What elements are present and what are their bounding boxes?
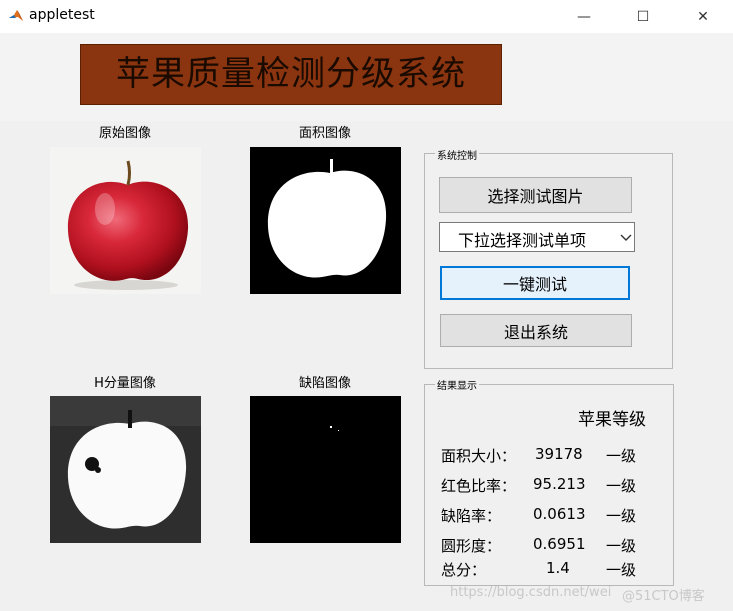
dropdown-value: 下拉选择测试单项 (458, 231, 587, 250)
watermark-brand: @51CTO博客 (622, 589, 705, 604)
defect-image (250, 396, 401, 543)
grade-header: 苹果等级 (578, 410, 646, 430)
roundness-grade: 一级 (606, 537, 637, 555)
maximize-icon: ☐ (636, 8, 650, 25)
area-label: 面积大小： (441, 447, 517, 465)
red-ratio-label: 红色比率： (441, 477, 517, 495)
control-panel-title: 系统控制 (435, 147, 479, 162)
close-button[interactable]: ✕ (680, 0, 726, 33)
original-image-caption: 原始图像 (98, 126, 151, 141)
area-grade: 一级 (606, 447, 637, 465)
maximize-button[interactable]: ☐ (620, 0, 666, 33)
h-component-image (50, 396, 201, 543)
defect-rate-value: 0.0613 (533, 505, 586, 523)
total-score-label: 总分： (441, 561, 487, 579)
minimize-button[interactable]: — (561, 0, 607, 33)
red-ratio-grade: 一级 (606, 477, 637, 495)
defect-image-caption: 缺陷图像 (298, 376, 351, 391)
chevron-down-icon[interactable] (618, 228, 634, 246)
banner-title: 苹果质量检测分级系统 (116, 54, 466, 94)
system-banner: 苹果质量检测分级系统 (80, 44, 502, 105)
close-icon: ✕ (697, 8, 709, 25)
one-click-test-button[interactable]: 一键测试 (440, 266, 630, 300)
defect-rate-grade: 一级 (606, 507, 637, 525)
watermark-url: https://blog.csdn.net/wei (450, 585, 612, 600)
roundness-label: 圆形度： (441, 537, 502, 555)
roundness-value: 0.6951 (533, 535, 586, 553)
original-image (50, 147, 201, 294)
h-image-caption: H分量图像 (94, 376, 156, 391)
total-score-grade: 一级 (606, 561, 637, 579)
result-panel-title: 结果显示 (435, 377, 479, 392)
red-ratio-value: 95.213 (533, 475, 586, 493)
area-image (250, 147, 401, 294)
defect-rate-label: 缺陷率： (441, 507, 502, 525)
matlab-logo-icon (8, 8, 24, 24)
exit-system-button[interactable]: 退出系统 (440, 314, 632, 347)
minimize-icon: — (577, 8, 591, 25)
select-image-button[interactable]: 选择测试图片 (439, 177, 632, 213)
window-title: appletest (29, 7, 95, 23)
area-value: 39178 (535, 445, 583, 463)
total-score-value: 1.4 (546, 559, 570, 577)
area-image-caption: 面积图像 (298, 126, 351, 141)
test-item-dropdown[interactable]: 下拉选择测试单项 (439, 222, 635, 252)
